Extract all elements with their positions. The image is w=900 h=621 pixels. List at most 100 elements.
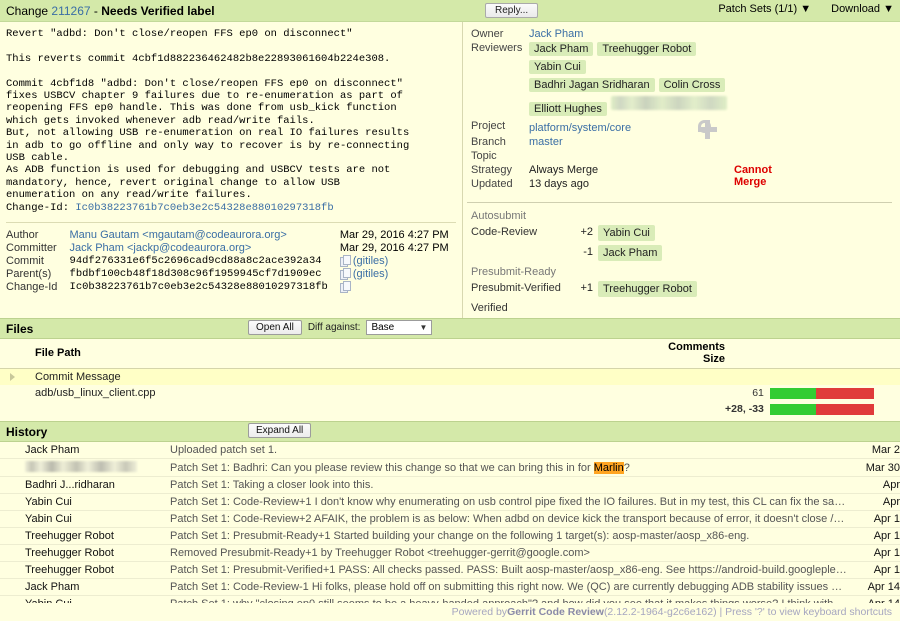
table-row[interactable]: Yabin Cui Patch Set 1: Code-Review+1 I d… xyxy=(0,494,900,511)
meta-key: Committer xyxy=(6,242,70,255)
expand-triangle-icon[interactable] xyxy=(10,373,15,381)
history-date: Apr 1 xyxy=(854,511,900,528)
download-dropdown[interactable]: Download ▼ xyxy=(831,3,894,15)
history-author: Jack Pham xyxy=(0,579,170,596)
label-row-presubmit-ready: Presubmit-Ready xyxy=(471,265,900,279)
info-row-project: Project platform/system/core xyxy=(463,120,731,136)
info-row-reviewers-2: Yabin Cui xyxy=(463,60,731,78)
file-path-cell[interactable]: Commit Message xyxy=(0,369,668,386)
chevron-down-icon: ▼ xyxy=(420,323,428,332)
branch-value[interactable]: master xyxy=(529,136,731,150)
size-bar xyxy=(770,404,874,415)
reviewer-chip[interactable]: Jack Pham xyxy=(529,42,593,56)
file-path-cell-empty xyxy=(0,401,668,417)
patch-sets-dropdown[interactable]: Patch Sets (1/1) ▼ xyxy=(718,3,811,15)
info-row-reviewers-4: Elliott Hughes xyxy=(463,96,731,120)
table-row[interactable]: Patch Set 1: Badhri: Can you please revi… xyxy=(0,459,900,477)
table-row[interactable]: Treehugger Robot Patch Set 1: Presubmit-… xyxy=(0,562,900,579)
table-row[interactable]: Yabin Cui Patch Set 1: Code-Review+2 AFA… xyxy=(0,511,900,528)
history-date: Apr 1 xyxy=(854,528,900,545)
open-all-button[interactable]: Open All xyxy=(248,320,302,335)
history-date: Apr 14 xyxy=(854,579,900,596)
history-author: Badhri J...ridharan xyxy=(0,477,170,494)
reviewer-chip[interactable]: Elliott Hughes xyxy=(529,102,607,116)
meta-key: Author xyxy=(6,229,70,242)
history-author: Treehugger Robot xyxy=(0,528,170,545)
label-voter-chip[interactable]: Jack Pham xyxy=(598,245,662,261)
diff-against-label: Diff against: xyxy=(308,322,361,333)
history-section-header: History Expand All xyxy=(0,421,900,442)
reviewer-chip-redacted[interactable] xyxy=(611,96,727,110)
meta-key: Parent(s) xyxy=(6,268,70,281)
history-message: Patch Set 1: Presubmit-Verified+1 PASS: … xyxy=(170,562,854,579)
top-header-bar: Change 211267 - Needs Verified label Rep… xyxy=(0,0,900,22)
table-row[interactable]: Jack Pham Patch Set 1: Code-Review-1 Hi … xyxy=(0,579,900,596)
copy-icon[interactable] xyxy=(340,255,350,266)
label-row-code-review-minus1: -1 Jack Pham xyxy=(471,245,900,263)
topic-label: Topic xyxy=(463,150,529,164)
label-row-presubmit-verified: Presubmit-Verified +1 Treehugger Robot xyxy=(471,281,900,299)
comments-size-column-header: Comments Size xyxy=(668,339,900,369)
owner-value[interactable]: Jack Pham xyxy=(529,28,731,42)
reviewers-label: Reviewers xyxy=(463,42,529,60)
top-header-actions: Patch Sets (1/1) ▼ Download ▼ xyxy=(718,3,894,15)
copy-icon[interactable] xyxy=(340,268,350,279)
table-row[interactable]: Treehugger Robot Removed Presubmit-Ready… xyxy=(0,545,900,562)
table-row[interactable]: adb/usb_linux_client.cpp 61 xyxy=(0,385,900,401)
meta-date: Mar 29, 2016 4:27 PM xyxy=(328,229,456,242)
project-cell: platform/system/core xyxy=(529,120,731,136)
topic-value[interactable] xyxy=(529,150,731,164)
meta-date: Mar 29, 2016 4:27 PM xyxy=(328,242,456,255)
product-name-link[interactable]: Gerrit Code Review xyxy=(507,606,604,618)
history-table: Jack Pham Uploaded patch set 1. Mar 2 Pa… xyxy=(0,442,900,613)
project-value[interactable]: platform/system/core xyxy=(529,122,631,134)
meta-value[interactable]: Manu Gautam <mgautam@codeaurora.org> xyxy=(70,229,328,242)
reviewer-chip[interactable]: Badhri Jagan Sridharan xyxy=(529,78,655,92)
gitiles-link[interactable]: (gitiles) xyxy=(353,255,388,267)
file-path-cell[interactable]: adb/usb_linux_client.cpp xyxy=(0,385,668,401)
gerrit-change-page: Change 211267 - Needs Verified label Rep… xyxy=(0,0,900,621)
files-section-header: Files Open All Diff against: Base ▼ xyxy=(0,318,900,339)
history-message-pre: Patch Set 1: Badhri: Can you please revi… xyxy=(170,462,594,474)
info-row-branch: Branch master xyxy=(463,136,731,150)
reply-button[interactable]: Reply... xyxy=(485,3,538,18)
commit-message-text: Revert "adbd: Don't close/reopen FFS ep0… xyxy=(0,22,462,202)
meta-value[interactable]: Jack Pham <jackp@codeaurora.org> xyxy=(70,242,328,255)
history-author: Yabin Cui xyxy=(0,494,170,511)
copy-icon[interactable] xyxy=(340,281,350,292)
history-author-redacted xyxy=(0,459,170,477)
size-bar-added xyxy=(770,388,816,399)
page-footer: Powered by Gerrit Code Review (2.12.2-19… xyxy=(0,603,900,621)
table-row[interactable]: Jack Pham Uploaded patch set 1. Mar 2 xyxy=(0,442,900,459)
spacer xyxy=(463,96,529,120)
expand-all-button[interactable]: Expand All xyxy=(248,423,311,438)
history-author: Jack Pham xyxy=(0,442,170,459)
label-voter-chip[interactable]: Yabin Cui xyxy=(598,225,655,241)
reviewer-chip[interactable]: Yabin Cui xyxy=(529,60,586,74)
project-label: Project xyxy=(463,120,529,136)
labels-divider xyxy=(467,202,892,203)
change-id-line: Change-Id: Ic0b38223761b7c0eb3e2c54328e8… xyxy=(0,202,462,214)
info-row-reviewers-3: Badhri Jagan Sridharan Colin Cross xyxy=(463,78,731,96)
updated-value: 13 days ago xyxy=(529,178,731,192)
meta-link-cell: (gitiles) xyxy=(328,268,456,281)
diff-against-select[interactable]: Base ▼ xyxy=(366,320,432,335)
history-date: Apr xyxy=(854,494,900,511)
table-row[interactable]: Badhri J...ridharan Patch Set 1: Taking … xyxy=(0,477,900,494)
table-row[interactable]: Treehugger Robot Patch Set 1: Presubmit-… xyxy=(0,528,900,545)
file-size-text: 61 xyxy=(668,385,770,401)
gitiles-link[interactable]: (gitiles) xyxy=(353,268,388,280)
spacer xyxy=(463,60,529,78)
change-id-value[interactable]: Ic0b38223761b7c0eb3e2c54328e88010297318f… xyxy=(75,202,333,214)
branch-label: Branch xyxy=(463,136,529,150)
size-bar-removed xyxy=(816,404,874,415)
label-voter-chip[interactable]: Treehugger Robot xyxy=(598,281,697,297)
gear-icon[interactable] xyxy=(698,120,711,133)
reviewer-chip[interactable]: Treehugger Robot xyxy=(597,42,696,56)
table-row[interactable]: Commit Message xyxy=(0,369,900,386)
change-summary-panel: Owner Jack Pham Reviewers Jack PhamTreeh… xyxy=(463,22,900,318)
change-number-link[interactable]: 211267 xyxy=(51,4,90,18)
size-bar-added xyxy=(770,404,816,415)
reviewer-chip[interactable]: Colin Cross xyxy=(659,78,726,92)
change-word: Change xyxy=(6,4,48,18)
